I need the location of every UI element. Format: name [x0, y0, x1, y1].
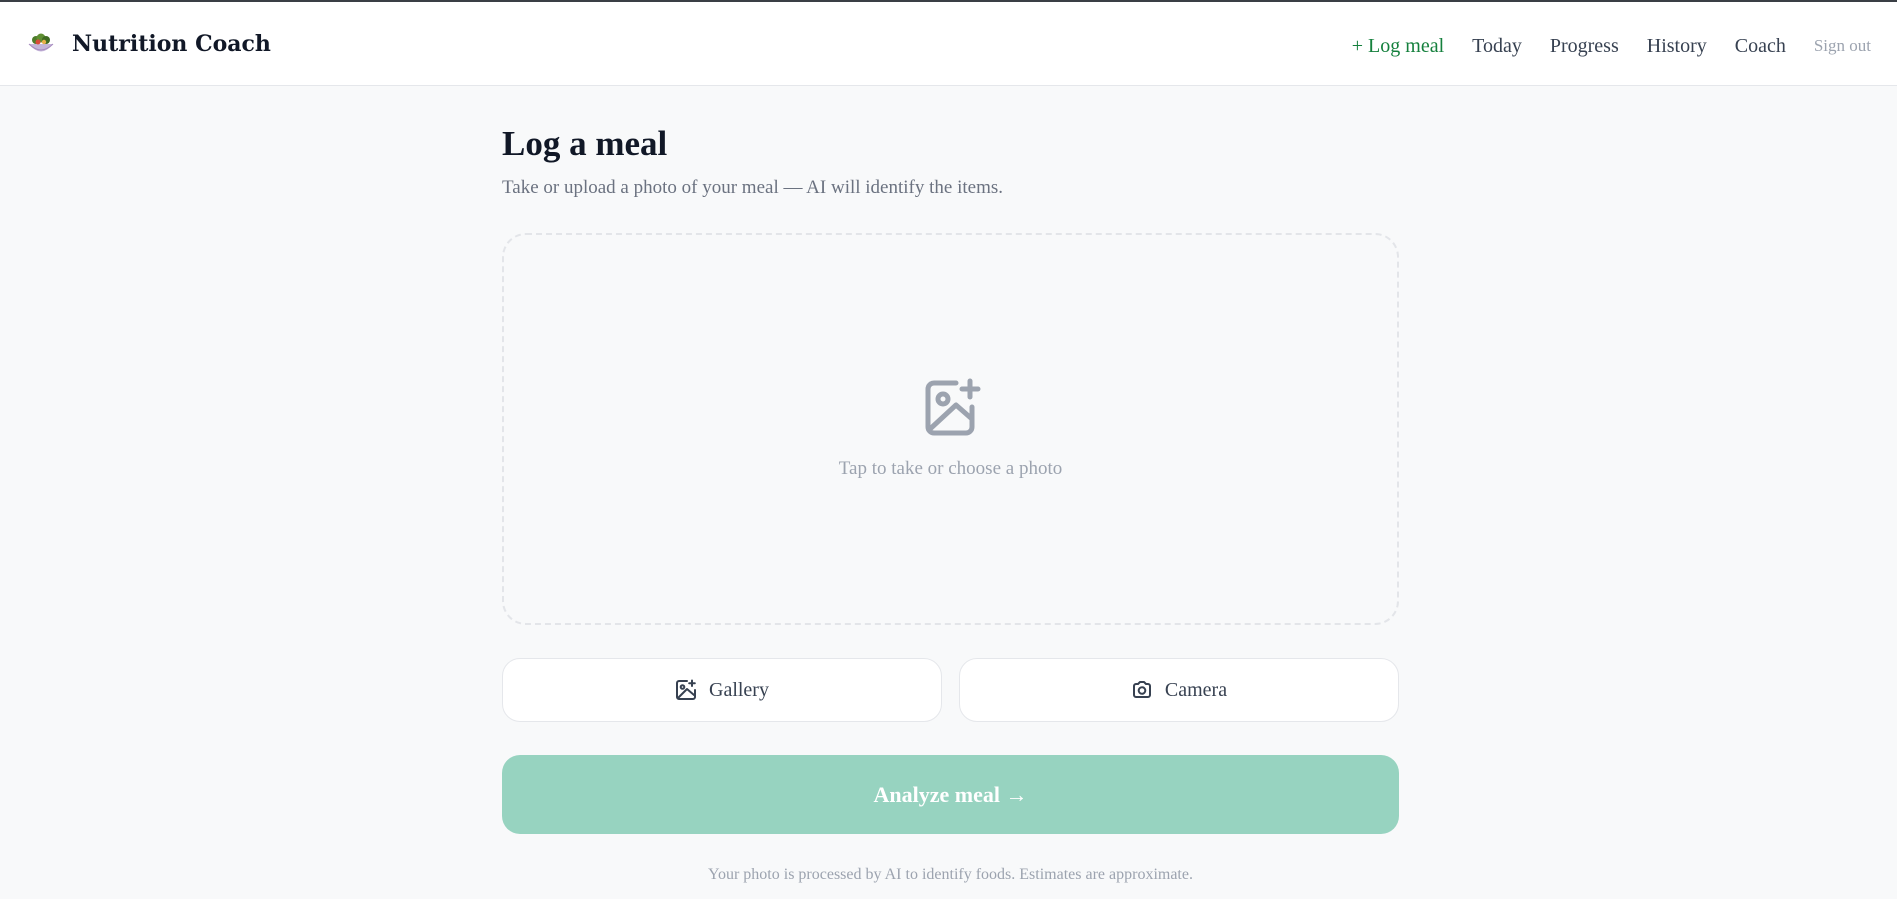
brand[interactable]: Nutrition Coach [26, 28, 271, 60]
image-sparkle-icon [675, 679, 697, 701]
gallery-button[interactable]: Gallery [502, 658, 942, 722]
camera-button[interactable]: Camera [959, 658, 1399, 722]
ai-disclaimer: Your photo is processed by AI to identif… [708, 866, 1193, 883]
page-subtitle: Take or upload a photo of your meal — AI… [502, 177, 1004, 198]
dropzone-hint: Tap to take or choose a photo [838, 458, 1063, 479]
nav-today[interactable]: Today [1472, 35, 1522, 58]
camera-icon [1131, 679, 1153, 701]
top-nav-bar: Nutrition Coach + Log meal Today Progres… [0, 2, 1897, 86]
photo-dropzone[interactable]: Tap to take or choose a photo [502, 233, 1399, 625]
main-nav: + Log meal Today Progress History Coach … [1324, 31, 1871, 61]
nav-history[interactable]: History [1647, 35, 1707, 58]
analyze-meal-button[interactable]: Analyze meal → [502, 755, 1399, 834]
page-title: Log a meal [502, 124, 668, 163]
salad-bowl-icon [26, 29, 56, 59]
nav-coach[interactable]: Coach [1735, 35, 1786, 58]
sign-out-link[interactable]: Sign out [1814, 36, 1871, 56]
nav-progress[interactable]: Progress [1550, 35, 1619, 58]
gallery-label: Gallery [709, 678, 769, 701]
nav-log-meal[interactable]: + Log meal [1352, 35, 1444, 58]
main-content: Log a meal Take or upload a photo of you… [502, 86, 1399, 883]
photo-source-buttons: Gallery Camera [502, 658, 1399, 722]
app-title: Nutrition Coach [72, 31, 271, 57]
camera-label: Camera [1164, 678, 1228, 701]
image-plus-icon [922, 377, 984, 439]
